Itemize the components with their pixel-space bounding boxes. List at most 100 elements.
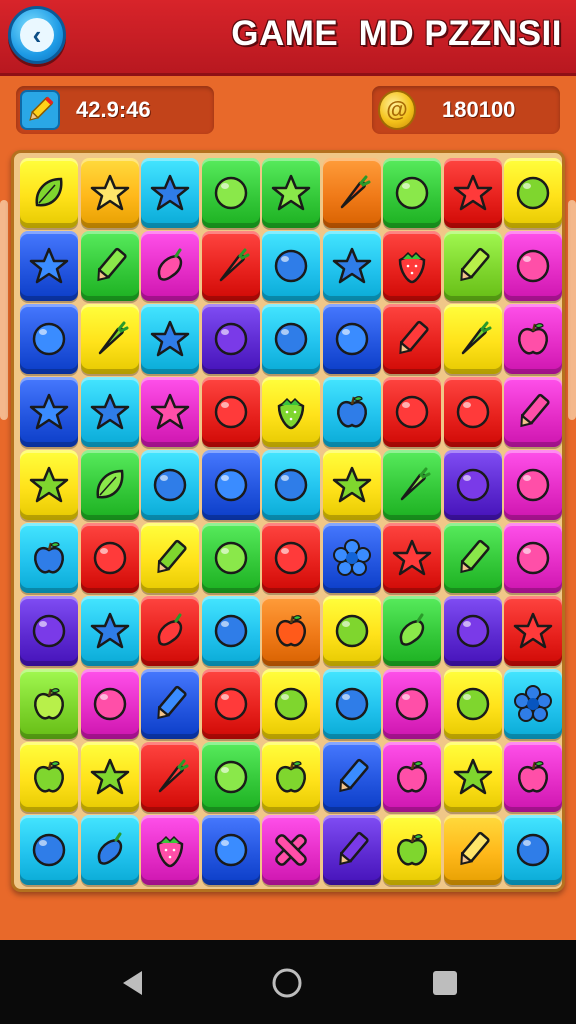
tile-pepper[interactable]	[141, 231, 199, 301]
tile-circle[interactable]	[504, 158, 562, 228]
tile-star[interactable]	[504, 596, 562, 666]
tile-leaf[interactable]	[20, 158, 78, 228]
tile-apple[interactable]	[20, 523, 78, 593]
tile-circle[interactable]	[443, 669, 502, 739]
tile-star[interactable]	[80, 158, 139, 228]
circle-icon	[32, 833, 66, 867]
tile-circle[interactable]	[201, 742, 260, 812]
tile-circle[interactable]	[383, 377, 441, 447]
tile-circle[interactable]	[443, 377, 502, 447]
tile-circle[interactable]	[262, 450, 320, 520]
tile-apple[interactable]	[383, 742, 441, 812]
tile-circle[interactable]	[504, 815, 562, 885]
back-arrow-icon: ‹	[20, 18, 54, 52]
tile-apple[interactable]	[504, 742, 562, 812]
tile-pencil[interactable]	[443, 231, 502, 301]
tile-circle[interactable]	[504, 231, 562, 301]
tile-strawberry[interactable]	[141, 815, 199, 885]
tile-star[interactable]	[443, 742, 502, 812]
tile-circle[interactable]	[20, 815, 78, 885]
tile-star[interactable]	[443, 158, 502, 228]
tile-circle[interactable]	[201, 158, 260, 228]
tile-pencil[interactable]	[443, 815, 502, 885]
tile-circle[interactable]	[201, 304, 260, 374]
tile-star[interactable]	[80, 596, 139, 666]
tile-circle[interactable]	[322, 304, 381, 374]
tile-carrot[interactable]	[322, 158, 381, 228]
tile-circle[interactable]	[383, 158, 441, 228]
tile-carrot[interactable]	[141, 742, 199, 812]
tile-star[interactable]	[80, 742, 139, 812]
back-button[interactable]: ‹	[8, 6, 66, 64]
tile-pencil[interactable]	[322, 815, 381, 885]
tile-star[interactable]	[20, 231, 78, 301]
tile-cross[interactable]	[262, 815, 320, 885]
tile-apple[interactable]	[383, 815, 441, 885]
tile-star[interactable]	[262, 158, 320, 228]
tile-circle[interactable]	[262, 231, 320, 301]
star-icon	[332, 247, 371, 284]
nav-recents-icon[interactable]	[428, 966, 462, 1000]
tile-circle[interactable]	[201, 377, 260, 447]
tile-pepper[interactable]	[80, 815, 139, 885]
tile-pencil[interactable]	[322, 742, 381, 812]
tile-circle[interactable]	[20, 304, 78, 374]
tile-star[interactable]	[141, 158, 199, 228]
tile-circle[interactable]	[322, 669, 381, 739]
tile-carrot[interactable]	[443, 304, 502, 374]
tile-circle[interactable]	[504, 450, 562, 520]
tile-circle[interactable]	[20, 596, 78, 666]
tile-apple[interactable]	[322, 377, 381, 447]
tile-pencil[interactable]	[80, 231, 139, 301]
tile-star[interactable]	[322, 231, 381, 301]
tile-star[interactable]	[20, 377, 78, 447]
tile-star[interactable]	[20, 450, 78, 520]
tile-star[interactable]	[141, 304, 199, 374]
tile-pencil[interactable]	[141, 523, 199, 593]
tile-star[interactable]	[322, 450, 381, 520]
tile-star[interactable]	[80, 377, 139, 447]
tile-pepper[interactable]	[383, 596, 441, 666]
tile-circle[interactable]	[80, 669, 139, 739]
nav-home-icon[interactable]	[270, 966, 304, 1000]
tile-carrot[interactable]	[80, 304, 139, 374]
tile-circle[interactable]	[383, 669, 441, 739]
tile-circle[interactable]	[201, 450, 260, 520]
tile-pencil[interactable]	[383, 304, 441, 374]
system-nav-bar	[0, 940, 576, 1024]
tile-leaf[interactable]	[80, 450, 139, 520]
tile-strawberry[interactable]	[383, 231, 441, 301]
tile-carrot[interactable]	[201, 231, 260, 301]
tile-pencil[interactable]	[504, 377, 562, 447]
tile-circle[interactable]	[201, 669, 260, 739]
tile-circle[interactable]	[201, 596, 260, 666]
tile-circle[interactable]	[322, 596, 381, 666]
tile-apple[interactable]	[504, 304, 562, 374]
tile-circle[interactable]	[504, 523, 562, 593]
tile-circle[interactable]	[443, 450, 502, 520]
tile-star[interactable]	[383, 523, 441, 593]
tile-flower[interactable]	[322, 523, 381, 593]
tile-flower[interactable]	[504, 669, 562, 739]
tile-circle[interactable]	[141, 450, 199, 520]
tile-apple[interactable]	[20, 669, 78, 739]
tile-circle[interactable]	[262, 523, 320, 593]
tile-circle[interactable]	[201, 815, 260, 885]
tile-circle[interactable]	[262, 304, 320, 374]
tile-strawberry[interactable]	[262, 377, 320, 447]
tile-circle[interactable]	[201, 523, 260, 593]
tile-apple[interactable]	[262, 596, 320, 666]
tile-pencil[interactable]	[443, 523, 502, 593]
tile-pencil[interactable]	[141, 669, 199, 739]
tile-apple[interactable]	[262, 742, 320, 812]
tile-circle[interactable]	[443, 596, 502, 666]
nav-back-icon[interactable]	[116, 966, 150, 1000]
tile-circle[interactable]	[80, 523, 139, 593]
tile-circle[interactable]	[262, 669, 320, 739]
tile-carrot[interactable]	[383, 450, 441, 520]
tile-star[interactable]	[141, 377, 199, 447]
tile-pepper[interactable]	[141, 596, 199, 666]
tile-apple[interactable]	[20, 742, 78, 812]
carrot-icon	[158, 759, 189, 793]
apple-icon	[518, 323, 548, 355]
